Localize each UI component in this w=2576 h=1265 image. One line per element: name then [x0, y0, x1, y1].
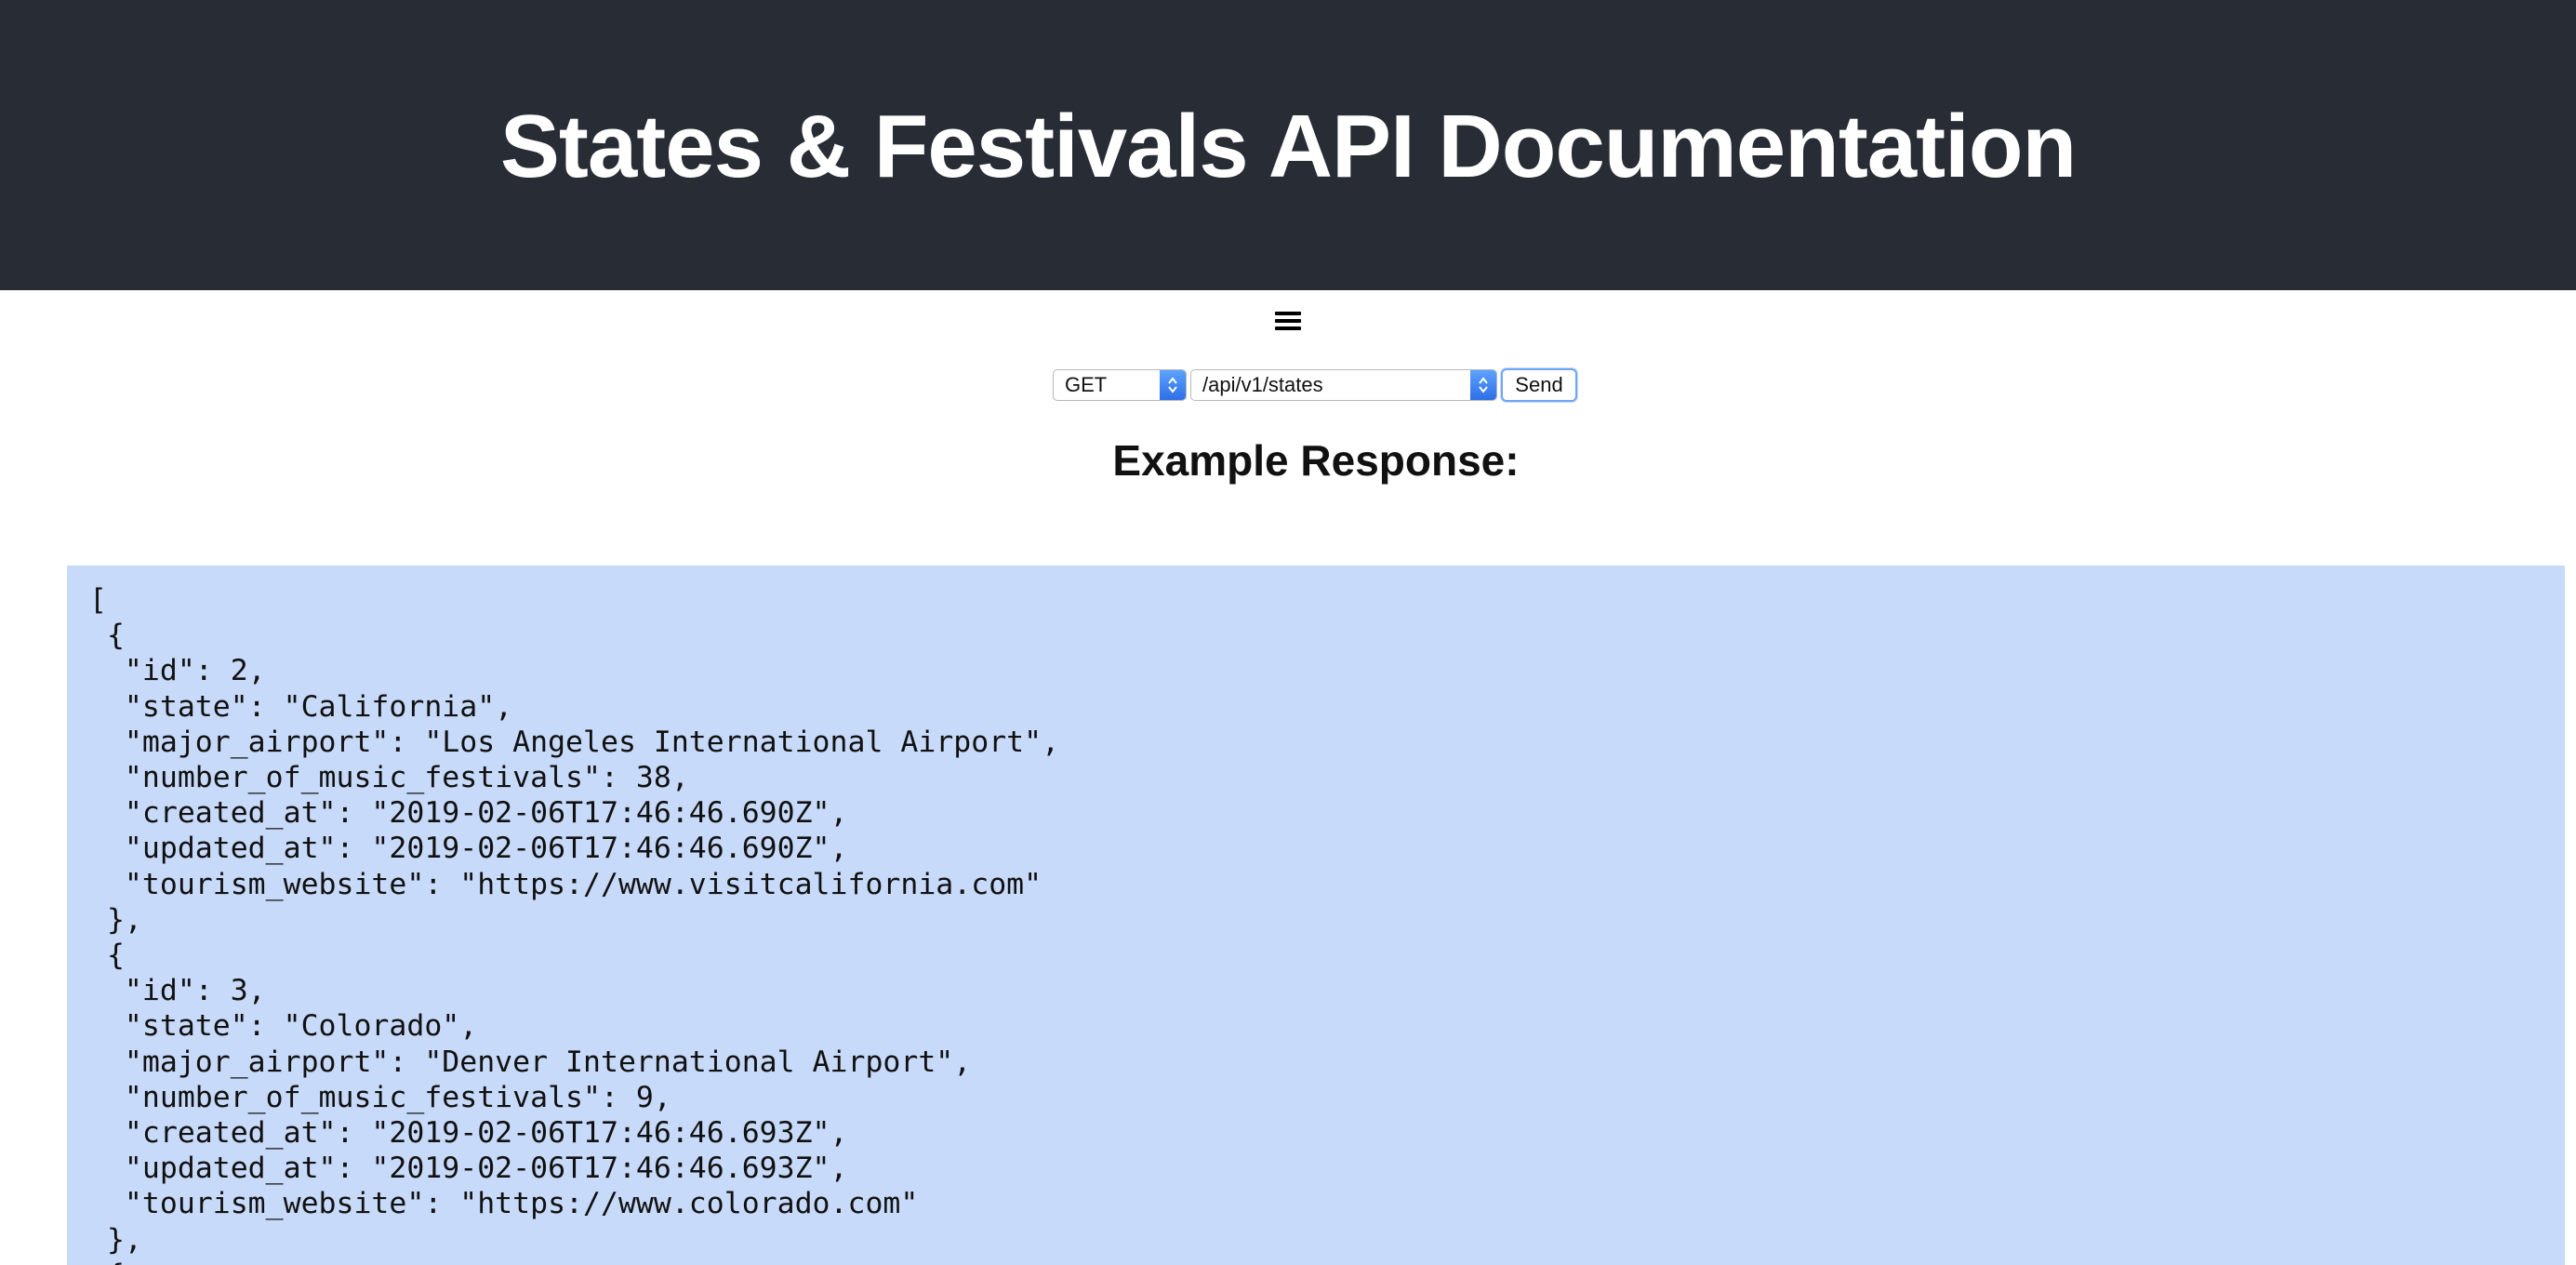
hamburger-line — [1275, 326, 1301, 330]
select-arrows-icon — [1160, 370, 1186, 400]
hamburger-menu-icon[interactable] — [1275, 307, 1301, 335]
endpoint-select[interactable]: /api/v1/states — [1190, 369, 1497, 401]
method-select-value: GET — [1065, 373, 1108, 396]
endpoint-select-value: /api/v1/states — [1202, 373, 1323, 396]
hamburger-line — [1275, 319, 1301, 323]
example-response-heading: Example Response: — [1112, 436, 1520, 485]
hamburger-line — [1275, 312, 1301, 315]
select-arrows-icon — [1470, 370, 1496, 400]
send-button[interactable]: Send — [1501, 368, 1577, 402]
response-json: [ { "id": 2, "state": "California", "maj… — [89, 583, 1060, 1265]
response-code-block: [ { "id": 2, "state": "California", "maj… — [67, 566, 2565, 1265]
page-title: States & Festivals API Documentation — [499, 97, 2077, 196]
method-select[interactable]: GET — [1053, 369, 1187, 401]
request-controls: GET /api/v1/states Send — [1053, 368, 1577, 402]
page-header: States & Festivals API Documentation — [0, 0, 2576, 290]
